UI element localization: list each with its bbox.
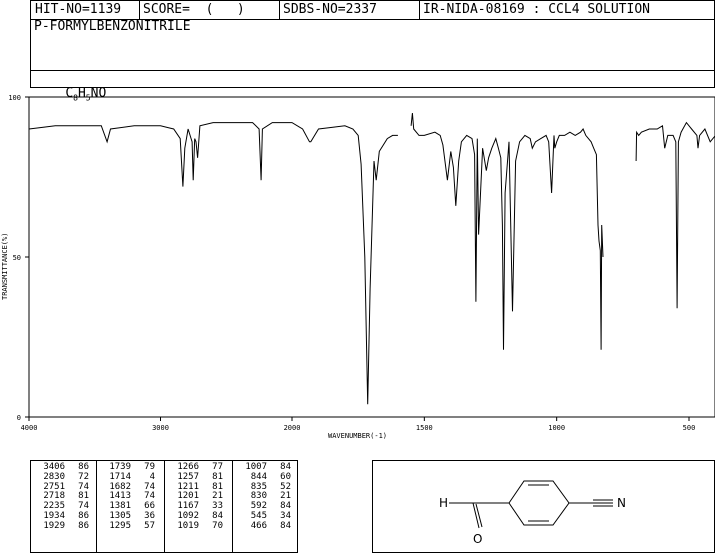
peak-transmittance: 70 [212, 520, 223, 531]
peak-row: 1295 57 [101, 520, 155, 532]
x-tick-label: 1500 [416, 424, 433, 432]
y-tick-label: 50 [13, 254, 21, 262]
peak-column: 1007 84 844 60 835 52 830 21 592 84 545 34 466 84 [237, 462, 291, 532]
oxygen-atom: O [473, 532, 482, 546]
x-tick-label: 1000 [548, 424, 565, 432]
y-axis-label: TRANSMITTANCE(%) [1, 233, 9, 300]
peak-transmittance: 84 [280, 520, 291, 531]
peak-transmittance: 57 [144, 520, 155, 531]
benzene-ring [508, 480, 570, 526]
x-tick-label: 2000 [284, 424, 301, 432]
peak-row: 1929 86 [35, 520, 89, 532]
nitrogen-atom: N [617, 496, 626, 510]
peak-row: 1019 70 [169, 520, 223, 532]
x-axis-label: WAVENUMBER(-1) [328, 432, 387, 440]
spectrum-line [28, 122, 398, 405]
peak-wavenumber: 1019 [177, 520, 199, 531]
y-tick-label: 100 [8, 94, 21, 102]
structure-box: H O N [372, 460, 715, 553]
x-tick-label: 500 [683, 424, 696, 432]
peak-column: 1266 77 1257 81 1211 81 1201 21 1167 33 1092 84 1019… [169, 462, 223, 532]
ir-spectrum-chart: 4000 3000 2000 1500 1000 500100500 WAVENUMBER… [1, 94, 715, 440]
peak-wavenumber: 1929 [43, 520, 65, 531]
peak-transmittance: 86 [78, 520, 89, 531]
spectrum-line [410, 112, 604, 350]
structure-diagram: H O N [439, 480, 626, 546]
plot-frame [28, 96, 715, 418]
spectrum-line [635, 121, 715, 309]
x-tick-label: 4000 [21, 424, 38, 432]
peak-wavenumber: 466 [250, 520, 267, 531]
peak-wavenumber: 1295 [109, 520, 131, 531]
y-tick-label: 0 [17, 414, 21, 422]
peak-column: 1739 79 1714 4 1682 74 1413 74 1381 66 1305 36 1295 5… [101, 462, 155, 532]
x-tick-label: 3000 [152, 424, 169, 432]
peak-column: 3406 86 2830 72 2751 74 2718 81 2235 74 1934 86 1929… [35, 462, 89, 532]
peak-row: 466 84 [237, 520, 291, 532]
peak-table: 3406 86 2830 72 2751 74 2718 81 2235 74 1934 86 1929… [30, 460, 298, 553]
hydrogen-atom: H [439, 496, 448, 510]
